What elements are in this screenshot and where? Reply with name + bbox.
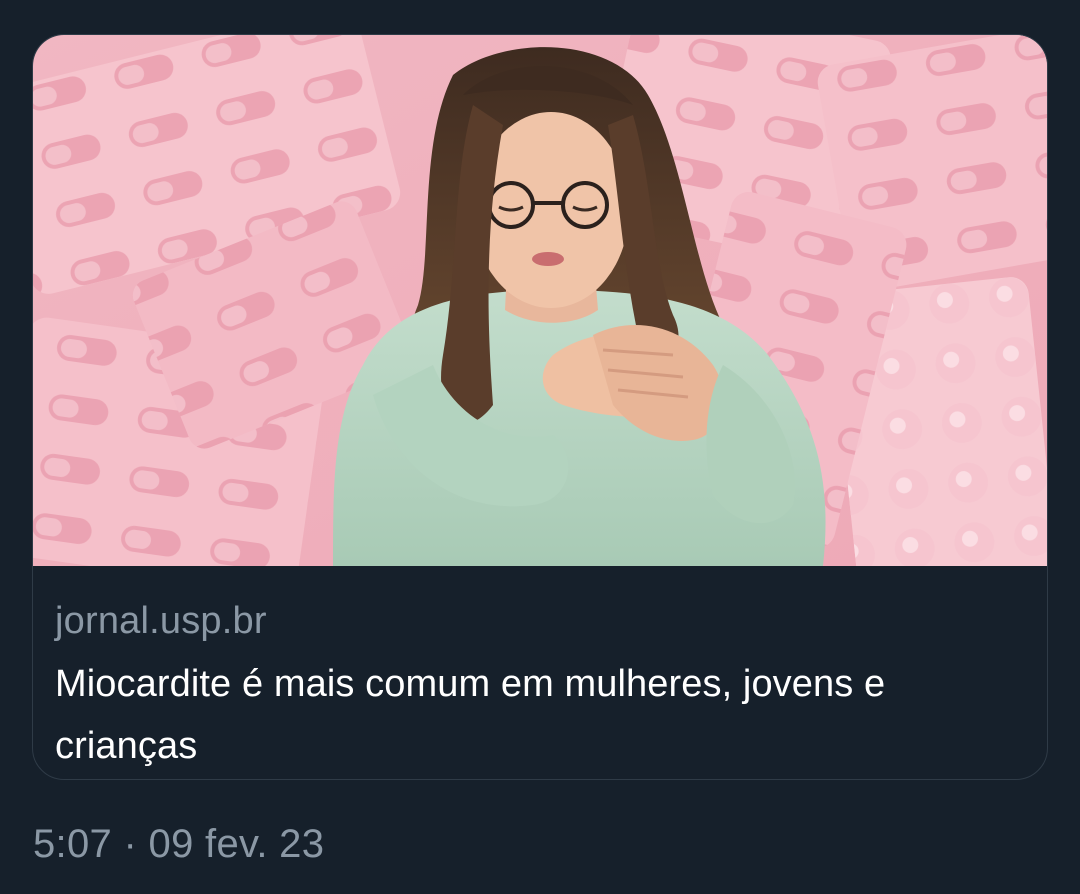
link-preview-card[interactable]: jornal.usp.br Miocardite é mais comum em… bbox=[32, 34, 1048, 780]
tweet-time: 5:07 bbox=[33, 822, 113, 866]
link-preview-image[interactable] bbox=[33, 35, 1047, 566]
tweet-date: 09 fev. 23 bbox=[148, 822, 325, 866]
link-headline[interactable]: Miocardite é mais comum em mulheres, jov… bbox=[55, 653, 1030, 777]
tweet-timestamp[interactable]: 5:07 · 09 fev. 23 bbox=[33, 818, 324, 870]
link-preview-text: jornal.usp.br Miocardite é mais comum em… bbox=[55, 597, 1030, 777]
link-domain: jornal.usp.br bbox=[55, 600, 267, 642]
timestamp-separator: · bbox=[123, 822, 138, 866]
illustration-woman-chest-pain bbox=[33, 35, 1047, 566]
